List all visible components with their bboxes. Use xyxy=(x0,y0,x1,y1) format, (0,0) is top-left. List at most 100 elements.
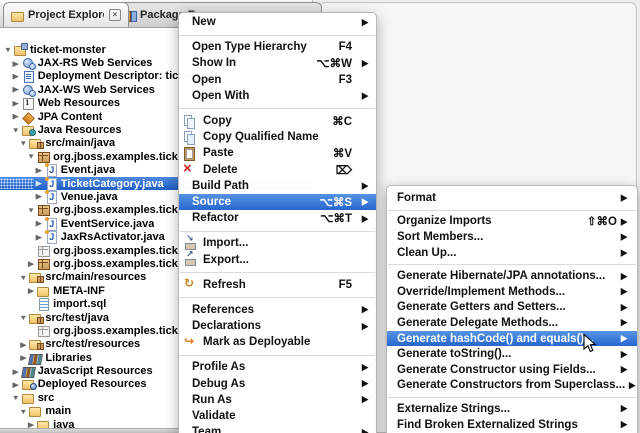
submenu-arrow-icon: ▶ xyxy=(617,365,627,375)
menu-item-paste[interactable]: Paste⌘V▶ xyxy=(179,145,376,161)
package-icon xyxy=(37,204,50,216)
javafile-icon xyxy=(45,164,58,176)
menu-item-open[interactable]: OpenF3▶ xyxy=(179,72,376,88)
menu-item-generate-constructor-using-fields[interactable]: Generate Constructor using Fields...▶ xyxy=(387,362,637,378)
menu-item-source[interactable]: Source⌥⌘S▶ xyxy=(179,194,376,210)
menu-item-show-in[interactable]: Show In⌥⌘W▶ xyxy=(179,55,376,71)
expander-closed-icon[interactable]: ▶ xyxy=(11,99,21,107)
expander-open-icon[interactable]: ▼ xyxy=(26,206,36,214)
menu-item-debug-as[interactable]: Debug As▶ xyxy=(179,376,376,392)
submenu-arrow-icon: ▶ xyxy=(358,197,368,207)
menu-item-export[interactable]: Export...▶ xyxy=(179,251,376,267)
submenu-arrow-icon: ▶ xyxy=(617,271,627,281)
menu-item-shortcut: ⌘C xyxy=(332,114,352,128)
menu-item-build-path[interactable]: Build Path▶ xyxy=(179,178,376,194)
menu-item-open-type-hierarchy[interactable]: Open Type HierarchyF4▶ xyxy=(179,39,376,55)
menu-item-generate-hashcode-and-equals[interactable]: Generate hashCode() and equals()...▶ xyxy=(387,331,637,347)
menu-item-validate[interactable]: Validate▶ xyxy=(179,408,376,424)
eclipse-workbench: Package Ex Project Explorer × ▼ticket-mo… xyxy=(0,0,640,433)
menu-item-clean-up[interactable]: Clean Up...▶ xyxy=(387,245,637,261)
srcpkg-icon xyxy=(29,137,42,149)
expander-open-icon[interactable]: ▼ xyxy=(18,139,28,147)
expander-open-icon[interactable]: ▼ xyxy=(11,394,21,402)
expander-closed-icon[interactable]: ▶ xyxy=(11,367,21,375)
menu-item-label: Copy xyxy=(203,115,232,127)
menu-item-sort-members[interactable]: Sort Members...▶ xyxy=(387,229,637,245)
tab-project-explorer[interactable]: Project Explorer × xyxy=(3,2,129,27)
deploy-icon xyxy=(183,336,198,349)
tree-item-label: Libraries xyxy=(45,352,91,364)
refresh-icon xyxy=(183,278,198,291)
menu-item-generate-hibernate-jpa-annotations[interactable]: Generate Hibernate/JPA annotations...▶ xyxy=(387,268,637,284)
expander-open-icon[interactable]: ▼ xyxy=(18,313,28,321)
menu-item-find-broken-externalized-strings[interactable]: Find Broken Externalized Strings▶ xyxy=(387,417,637,433)
tree-item-label: JPA Content xyxy=(38,111,103,123)
copy-icon xyxy=(183,115,198,128)
menu-item-copy[interactable]: Copy⌘C▶ xyxy=(179,113,376,129)
folder-icon xyxy=(29,405,42,417)
expander-closed-icon[interactable]: ▶ xyxy=(34,180,44,188)
close-icon[interactable]: × xyxy=(109,9,121,21)
menu-item-new[interactable]: New ▶ xyxy=(179,14,376,30)
expander-closed-icon[interactable]: ▶ xyxy=(34,193,44,201)
menu-item-open-with[interactable]: Open With▶ xyxy=(179,88,376,104)
srcpkg-icon xyxy=(29,312,42,324)
javafile-icon xyxy=(45,231,58,243)
menu-item-refactor[interactable]: Refactor⌥⌘T▶ xyxy=(179,210,376,226)
menu-item-generate-getters-and-setters[interactable]: Generate Getters and Setters...▶ xyxy=(387,300,637,316)
submenu-arrow-icon: ▶ xyxy=(358,181,368,191)
menu-item-label: Profile As xyxy=(192,361,245,373)
expander-open-icon[interactable]: ▼ xyxy=(26,153,36,161)
menu-item-run-as[interactable]: Run As▶ xyxy=(179,392,376,408)
expander-closed-icon[interactable]: ▶ xyxy=(26,260,36,268)
menu-item-generate-delegate-methods[interactable]: Generate Delegate Methods...▶ xyxy=(387,315,637,331)
expander-closed-icon[interactable]: ▶ xyxy=(34,166,44,174)
menu-item-import[interactable]: Import...▶ xyxy=(179,235,376,251)
menu-item-organize-imports[interactable]: Organize Imports⇧⌘O▶ xyxy=(387,214,637,230)
webservice-icon xyxy=(22,84,35,96)
expander-closed-icon[interactable]: ▶ xyxy=(11,59,21,67)
menu-item-delete[interactable]: Delete⌦▶ xyxy=(179,162,376,178)
submenu-arrow-icon: ▶ xyxy=(358,91,368,101)
menu-item-team[interactable]: Team▶ xyxy=(179,424,376,433)
tree-item-label: Event.java xyxy=(61,164,115,176)
menu-item-label: Organize Imports xyxy=(397,215,492,227)
menu-item-declarations[interactable]: Declarations▶ xyxy=(179,318,376,334)
menu-separator xyxy=(179,293,376,302)
tree-item-label: src/test/resources xyxy=(45,338,140,350)
menu-item-mark-as-deployable[interactable]: Mark as Deployable▶ xyxy=(179,334,376,350)
menu-item-override-implement-methods[interactable]: Override/Implement Methods...▶ xyxy=(387,284,637,300)
menu-item-generate-constructors-from-superclass[interactable]: Generate Constructors from Superclass...… xyxy=(387,378,637,394)
tree-item-label: Web Resources xyxy=(38,97,120,109)
expander-open-icon[interactable]: ▼ xyxy=(18,273,28,281)
menu-item-references[interactable]: References▶ xyxy=(179,302,376,318)
menu-item-label: Open xyxy=(192,74,221,86)
menu-item-label: Mark as Deployable xyxy=(203,336,310,348)
expander-closed-icon[interactable]: ▶ xyxy=(11,380,21,388)
expander-closed-icon[interactable]: ▶ xyxy=(11,72,21,80)
expander-open-icon[interactable]: ▼ xyxy=(18,407,28,415)
menu-item-label: Format xyxy=(397,192,436,204)
expander-closed-icon[interactable]: ▶ xyxy=(26,287,36,295)
menu-item-label: New xyxy=(192,16,216,28)
submenu-arrow-icon: ▶ xyxy=(625,380,635,390)
expander-closed-icon[interactable]: ▶ xyxy=(18,340,28,348)
paste-icon xyxy=(183,147,198,160)
expander-closed-icon[interactable]: ▶ xyxy=(18,354,28,362)
tab-label: Project Explorer xyxy=(28,9,104,21)
menu-item-generate-tostring[interactable]: Generate toString()...▶ xyxy=(387,346,637,362)
expander-closed-icon[interactable]: ▶ xyxy=(11,113,21,121)
menu-item-profile-as[interactable]: Profile As▶ xyxy=(179,359,376,375)
sqlfile-icon xyxy=(37,298,50,310)
expander-closed-icon[interactable]: ▶ xyxy=(34,233,44,241)
menu-item-refresh[interactable]: RefreshF5▶ xyxy=(179,277,376,293)
expander-open-icon[interactable]: ▼ xyxy=(11,126,21,134)
submenu-arrow-icon: ▶ xyxy=(358,17,368,27)
expander-closed-icon[interactable]: ▶ xyxy=(11,86,21,94)
tree-item-label: org.jboss.examples.tick xyxy=(53,204,178,216)
menu-item-format[interactable]: Format▶ xyxy=(387,190,637,206)
expander-open-icon[interactable]: ▼ xyxy=(3,46,13,54)
menu-item-externalize-strings[interactable]: Externalize Strings...▶ xyxy=(387,401,637,417)
expander-closed-icon[interactable]: ▶ xyxy=(34,220,44,228)
menu-item-copy-qualified-name[interactable]: Copy Qualified Name▶ xyxy=(179,129,376,145)
